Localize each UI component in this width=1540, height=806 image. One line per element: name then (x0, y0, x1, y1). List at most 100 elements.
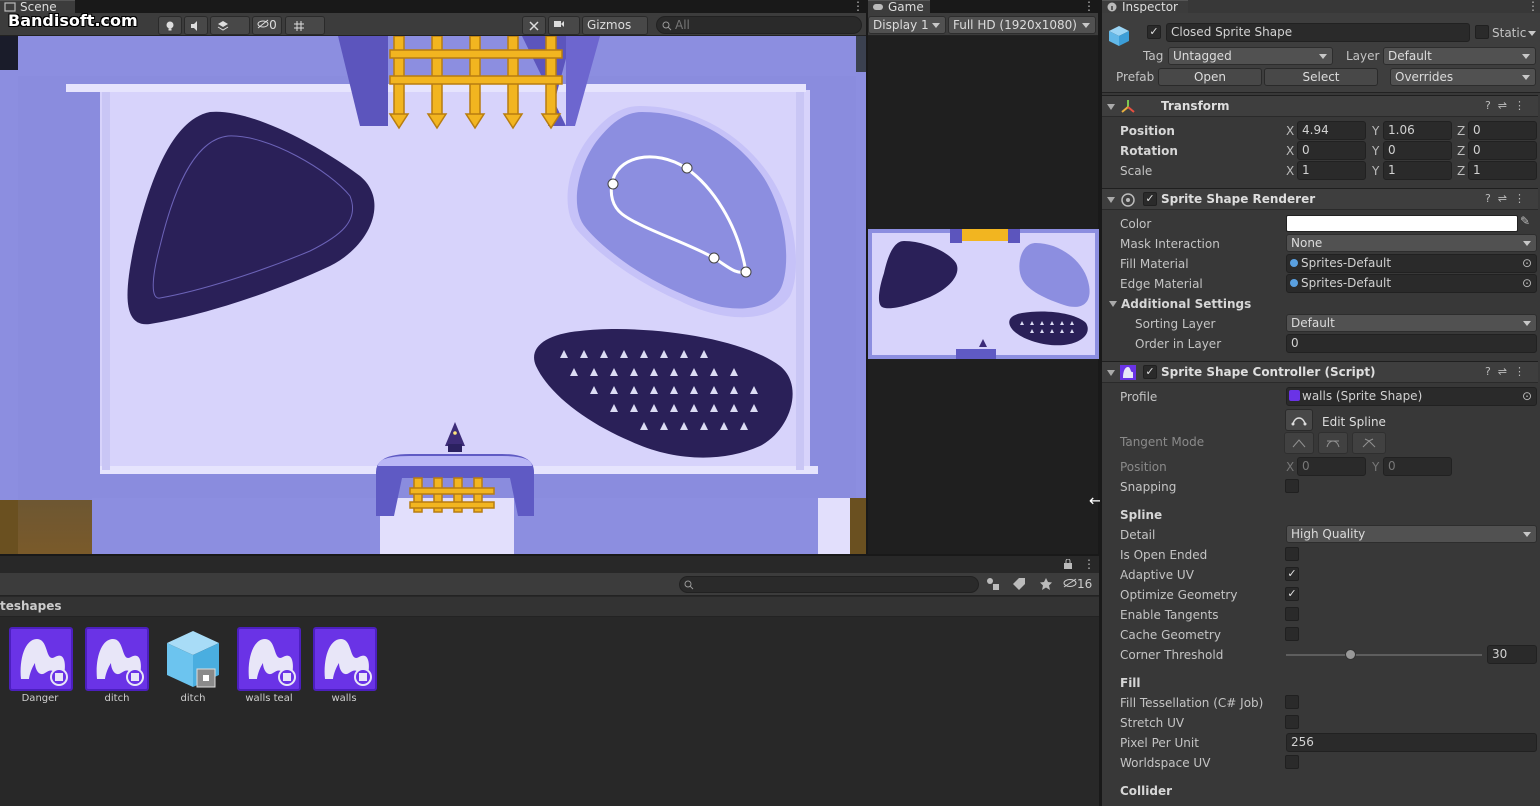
sprite-shape-controller-header[interactable]: ✓ Sprite Shape Controller (Script) ?⇌⋮ (1102, 361, 1538, 383)
hidden-objects-toggle[interactable]: 0 (252, 16, 282, 35)
mask-interaction-value: None (1291, 236, 1323, 250)
audio-toggle[interactable] (184, 16, 208, 35)
inspector-menu-icon[interactable]: ⋮ (1527, 0, 1539, 12)
adaptive-uv-checkbox[interactable]: ✓ (1285, 567, 1299, 581)
project-menu-icon[interactable]: ⋮ (1083, 558, 1095, 570)
corner-threshold-slider[interactable] (1286, 648, 1482, 662)
asset-ditch-prefab[interactable] (161, 627, 225, 691)
color-swatch[interactable] (1286, 215, 1518, 232)
scale-z-input[interactable]: 1 (1468, 161, 1537, 180)
label-tag-icon[interactable] (1012, 577, 1026, 591)
prefab-open-label: Open (1193, 70, 1227, 84)
snapping-checkbox[interactable] (1285, 479, 1299, 493)
position-z-input[interactable]: 0 (1468, 121, 1537, 140)
additional-settings-label[interactable]: Additional Settings (1121, 297, 1251, 311)
tag-dropdown[interactable]: Untagged (1168, 47, 1333, 65)
scene-viewport[interactable] (0, 36, 866, 554)
tangent-broken-button[interactable] (1352, 432, 1386, 454)
breadcrumb-folder[interactable]: teshapes (0, 599, 62, 613)
axis-z-label: Z (1457, 144, 1466, 158)
position-y-input[interactable]: 1.06 (1383, 121, 1452, 140)
tab-game[interactable]: Game (868, 0, 930, 13)
layer-dropdown[interactable]: Default (1383, 47, 1536, 65)
camera-dropdown[interactable] (548, 16, 580, 35)
point-position-y-input[interactable]: 0 (1383, 457, 1452, 476)
sprite-shape-renderer-header[interactable]: ✓ Sprite Shape Renderer ?⇌⋮ (1102, 188, 1538, 210)
tab-inspector[interactable]: Inspector (1102, 0, 1188, 13)
rotation-z-input[interactable]: 0 (1468, 141, 1537, 160)
point-position-x-input[interactable]: 0 (1297, 457, 1366, 476)
mask-interaction-dropdown[interactable]: None (1286, 234, 1537, 252)
enable-tangents-checkbox[interactable] (1285, 607, 1299, 621)
scene-search-input[interactable]: All (656, 16, 862, 34)
edge-material-field[interactable]: Sprites-Default ⊙ (1286, 274, 1537, 293)
prefab-select-button[interactable]: Select (1264, 68, 1378, 86)
component-header-icons[interactable]: ?⇌⋮ (1485, 192, 1532, 205)
worldspace-uv-checkbox[interactable] (1285, 755, 1299, 769)
grid-icon (294, 21, 304, 31)
axis-y-label: Y (1372, 124, 1380, 138)
project-search-input[interactable] (679, 576, 979, 593)
display-dropdown[interactable]: Display 1 (868, 16, 946, 34)
lock-icon[interactable] (1063, 559, 1073, 569)
component-header-icons[interactable]: ?⇌⋮ (1485, 365, 1532, 378)
edit-spline-label: Edit Spline (1322, 415, 1386, 429)
object-picker-icon[interactable]: ⊙ (1522, 275, 1532, 292)
fill-tessellation-checkbox[interactable] (1285, 695, 1299, 709)
scale-x-input[interactable]: 1 (1297, 161, 1366, 180)
stretch-uv-checkbox[interactable] (1285, 715, 1299, 729)
renderer-enabled-checkbox[interactable]: ✓ (1143, 192, 1157, 206)
overrides-dropdown[interactable]: Overrides (1390, 68, 1536, 86)
component-header-icons[interactable]: ?⇌⋮ (1485, 99, 1532, 112)
rotation-x-input[interactable]: 0 (1297, 141, 1366, 160)
open-ended-checkbox[interactable] (1285, 547, 1299, 561)
edit-spline-button[interactable] (1285, 409, 1313, 431)
effects-dropdown[interactable] (210, 16, 250, 35)
tangent-continuous-button[interactable] (1318, 432, 1348, 454)
scene-menu-icon[interactable]: ⋮ (852, 0, 864, 12)
asset-walls-teal[interactable] (237, 627, 301, 691)
corner-threshold-input[interactable]: 30 (1487, 645, 1537, 664)
static-checkbox[interactable] (1475, 25, 1489, 39)
asset-label: walls (331, 693, 357, 704)
object-picker-icon[interactable]: ⊙ (1522, 255, 1532, 272)
rotation-y-input[interactable]: 0 (1383, 141, 1452, 160)
additional-settings-foldout[interactable] (1109, 301, 1117, 307)
sorting-layer-dropdown[interactable]: Default (1286, 314, 1537, 332)
fill-material-field[interactable]: Sprites-Default ⊙ (1286, 254, 1537, 273)
transform-header[interactable]: Transform ?⇌⋮ (1102, 95, 1538, 117)
cache-geometry-checkbox[interactable] (1285, 627, 1299, 641)
optimize-geometry-checkbox[interactable]: ✓ (1285, 587, 1299, 601)
active-checkbox[interactable]: ✓ (1147, 25, 1161, 39)
grid-dropdown[interactable] (285, 16, 325, 35)
profile-value: walls (Sprite Shape) (1302, 389, 1423, 403)
lighting-toggle[interactable] (158, 16, 182, 35)
position-x-input[interactable]: 4.94 (1297, 121, 1366, 140)
stretch-uv-label: Stretch UV (1120, 716, 1185, 730)
game-viewport[interactable] (868, 229, 1099, 359)
favorite-star-icon[interactable] (1039, 577, 1053, 591)
asset-ditch-profile[interactable] (85, 627, 149, 691)
profile-field[interactable]: walls (Sprite Shape) ⊙ (1286, 387, 1537, 406)
asset-danger[interactable] (9, 627, 73, 691)
controller-enabled-checkbox[interactable]: ✓ (1143, 365, 1157, 379)
asset-walls[interactable] (313, 627, 377, 691)
prefab-select-label: Select (1302, 70, 1340, 84)
eyedropper-icon[interactable]: ✎ (1520, 214, 1530, 228)
scale-y-input[interactable]: 1 (1383, 161, 1452, 180)
game-menu-icon[interactable]: ⋮ (1083, 0, 1095, 12)
detail-dropdown[interactable]: High Quality (1286, 525, 1537, 543)
tangent-linear-button[interactable] (1284, 432, 1314, 454)
project-hidden-toggle[interactable]: 16 (1063, 577, 1092, 591)
gizmos-dropdown[interactable]: Gizmos (582, 16, 648, 35)
order-in-layer-input[interactable]: 0 (1286, 334, 1537, 353)
pixel-per-unit-input[interactable]: 256 (1286, 733, 1537, 752)
prefab-open-button[interactable]: Open (1158, 68, 1262, 86)
slider-thumb[interactable] (1344, 649, 1356, 660)
object-name-input[interactable]: Closed Sprite Shape (1166, 23, 1470, 42)
filter-by-type-icon[interactable] (986, 577, 1000, 591)
resolution-dropdown[interactable]: Full HD (1920x1080) (948, 16, 1096, 34)
object-picker-icon[interactable]: ⊙ (1522, 388, 1532, 405)
static-dropdown-arrow[interactable] (1528, 31, 1536, 36)
tools-button[interactable] (522, 16, 546, 35)
